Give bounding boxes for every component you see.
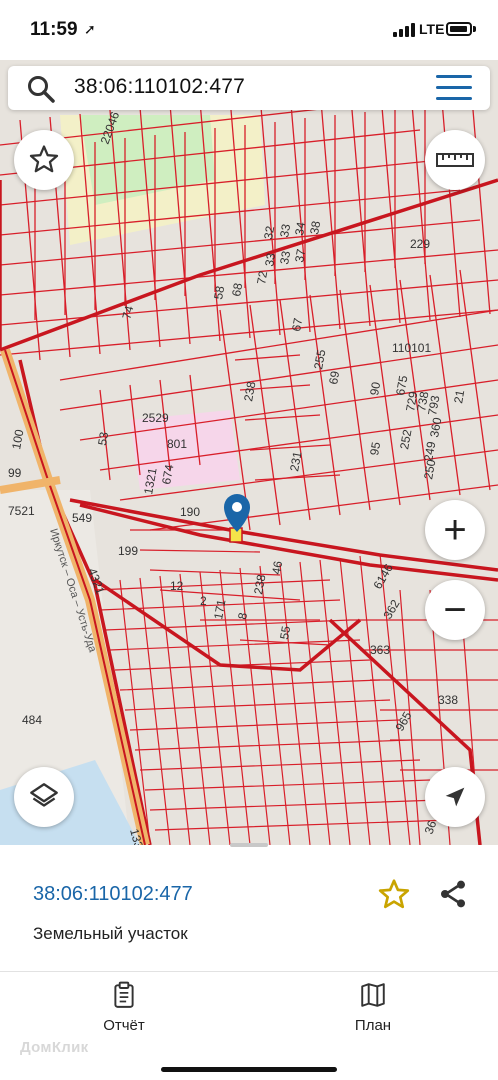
svg-text:33: 33	[262, 252, 278, 268]
svg-text:549: 549	[72, 511, 92, 525]
map-canvas[interactable]: 22046 74 68 58 32 33 34 38 33 37 33 72 2…	[0, 60, 498, 845]
svg-text:55: 55	[277, 625, 293, 641]
svg-text:33: 33	[277, 250, 293, 266]
menu-icon[interactable]	[436, 75, 472, 101]
plus-icon: +	[443, 508, 467, 552]
svg-text:338: 338	[438, 693, 458, 707]
svg-text:190: 190	[180, 505, 200, 519]
status-bar: 11:59 ➚ LTE	[0, 0, 498, 60]
home-indicator	[161, 1067, 337, 1072]
search-icon[interactable]	[26, 74, 56, 104]
divider	[0, 971, 498, 972]
svg-text:7521: 7521	[8, 504, 35, 518]
network-label: LTE	[419, 21, 445, 37]
svg-text:199: 199	[118, 544, 138, 558]
ruler-icon	[436, 153, 474, 167]
brand-watermark: ДомКлик	[20, 1039, 89, 1056]
layers-icon	[30, 783, 58, 807]
tab-plan-label: План	[354, 1017, 392, 1034]
navigation-arrow-icon	[445, 787, 465, 807]
signal-icon	[393, 23, 415, 37]
zoom-out-button[interactable]: −	[425, 580, 485, 640]
svg-text:33: 33	[277, 223, 293, 239]
svg-text:95: 95	[367, 441, 383, 457]
svg-text:72: 72	[254, 270, 270, 286]
cadastral-number: 38:06:110102:477	[33, 883, 193, 905]
svg-text:363: 363	[370, 643, 390, 657]
svg-text:37: 37	[292, 248, 308, 264]
zoom-in-button[interactable]: +	[425, 500, 485, 560]
svg-text:801: 801	[167, 437, 187, 451]
svg-text:34: 34	[292, 221, 308, 237]
star-outline-icon	[29, 145, 59, 173]
favorites-button[interactable]	[14, 130, 74, 190]
map-icon	[361, 983, 385, 1007]
svg-text:58: 58	[211, 285, 227, 301]
object-type: Земельный участок	[33, 924, 188, 943]
share-icon[interactable]	[437, 878, 469, 910]
svg-text:38: 38	[307, 220, 323, 236]
svg-text:2529: 2529	[142, 411, 169, 425]
location-arrow-icon: ➚	[84, 21, 96, 37]
battery-icon	[446, 22, 472, 36]
search-bar[interactable]: 38:06:110102:477	[8, 66, 490, 110]
search-input[interactable]: 38:06:110102:477	[74, 75, 245, 99]
svg-text:2: 2	[200, 594, 207, 608]
clipboard-icon	[114, 981, 134, 1008]
tab-plan[interactable]: План	[313, 981, 433, 1051]
svg-text:69: 69	[326, 370, 342, 386]
svg-text:46: 46	[269, 560, 285, 576]
layers-button[interactable]	[14, 767, 74, 827]
svg-text:21: 21	[451, 389, 467, 405]
favorite-star-icon[interactable]	[376, 877, 412, 913]
svg-text:68: 68	[229, 282, 245, 298]
my-location-button[interactable]	[425, 767, 485, 827]
svg-text:90: 90	[367, 381, 383, 397]
svg-text:32: 32	[261, 225, 277, 241]
minus-icon: −	[443, 588, 467, 632]
tab-report-label: Отчёт	[103, 1017, 145, 1034]
info-panel[interactable]: 38:06:110102:477 Земельный участок Отчёт…	[0, 843, 498, 1080]
svg-text:53: 53	[95, 431, 111, 447]
ruler-button[interactable]	[425, 130, 485, 190]
svg-text:484: 484	[22, 713, 42, 727]
svg-text:99: 99	[8, 466, 22, 480]
status-time: 11:59	[30, 19, 78, 40]
sheet-handle[interactable]	[230, 843, 268, 847]
cadastral-map[interactable]: 22046 74 68 58 32 33 34 38 33 37 33 72 2…	[0, 60, 498, 845]
svg-text:67: 67	[289, 317, 305, 333]
svg-text:229: 229	[410, 237, 430, 251]
svg-text:110101: 110101	[392, 341, 431, 355]
svg-text:12: 12	[170, 579, 184, 593]
